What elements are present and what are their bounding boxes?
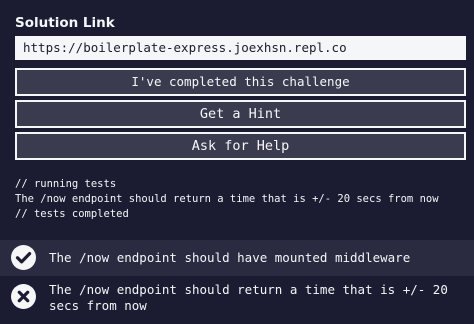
complete-challenge-button[interactable]: I've completed this challenge — [15, 68, 466, 96]
get-hint-button[interactable]: Get a Hint — [15, 100, 466, 128]
console-line: // tests completed — [15, 208, 129, 220]
test-description: The /now endpoint should return a time t… — [49, 282, 448, 313]
console-line: // running tests — [15, 178, 117, 190]
test-result-failed: The /now endpoint should return a time t… — [0, 278, 474, 322]
solution-link-label: Solution Link — [15, 15, 115, 31]
check-circle-icon — [11, 245, 36, 270]
console-line: The /now endpoint should return a time t… — [15, 193, 439, 205]
ask-for-help-button[interactable]: Ask for Help — [15, 132, 466, 160]
test-result-passed: The /now endpoint should have mounted mi… — [0, 240, 474, 276]
x-circle-icon — [11, 284, 36, 309]
test-description: The /now endpoint should have mounted mi… — [49, 250, 411, 265]
test-console-output: // running tests The /now endpoint should… — [15, 177, 439, 222]
solution-link-input[interactable] — [15, 36, 466, 60]
